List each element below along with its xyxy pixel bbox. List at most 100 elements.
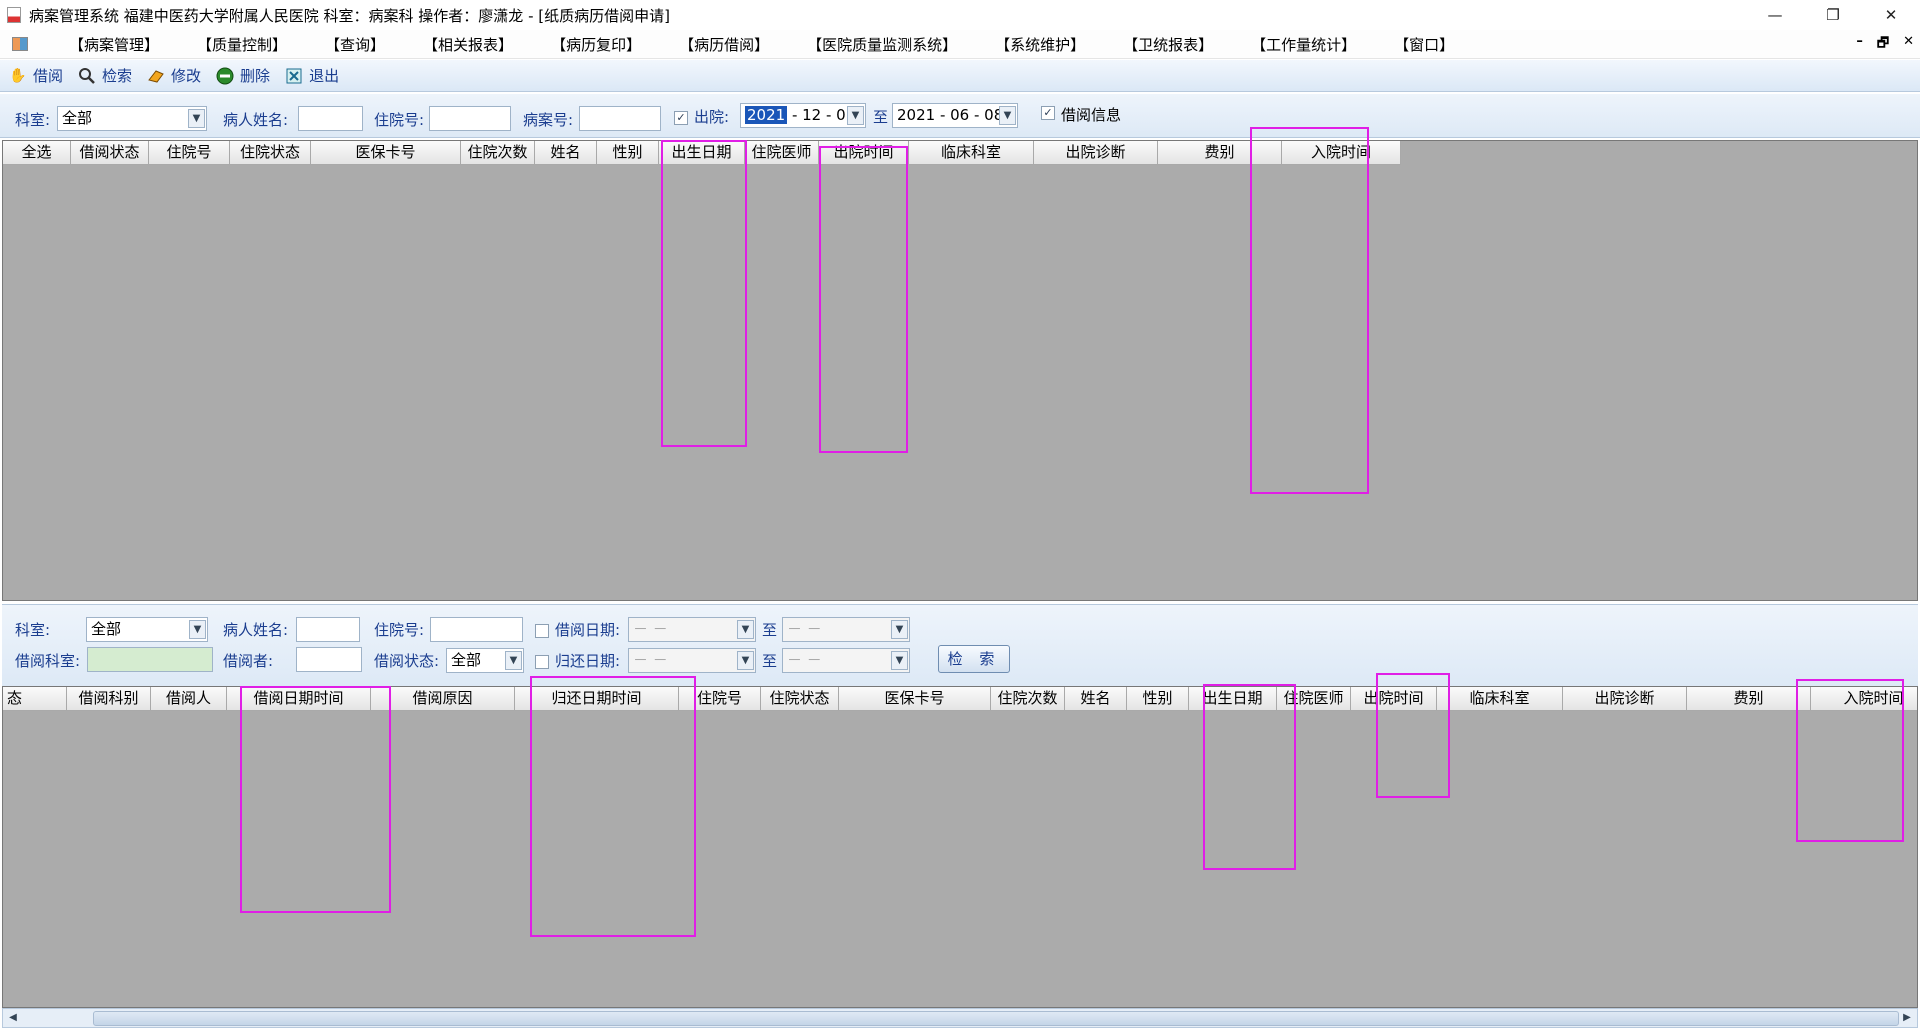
column-admission-no[interactable]: 住院号 [149, 141, 230, 165]
calendar-dropdown-icon[interactable]: ▼ [847, 106, 864, 125]
search-button[interactable]: 检索 [77, 65, 132, 86]
restore-button[interactable]: ❐ [1804, 0, 1862, 30]
mdi-restore-button[interactable]: 🗗 [1877, 34, 1889, 56]
date-to-value[interactable]: 2021 - 06 - 08 [897, 106, 1003, 124]
column-borrow-dept[interactable]: 借阅科别 [67, 687, 151, 711]
column-clinical-dept[interactable]: 临床科室 [1437, 687, 1563, 711]
window-title: 病案管理系统 福建中医药大学附属人民医院 科室：病案科 操作者：廖潇龙 - [纸… [29, 6, 670, 25]
discharge-date-to[interactable]: 2021 - 06 - 08 ▼ [892, 103, 1018, 128]
column-fee-type[interactable]: 费别 [1687, 687, 1811, 711]
column-insurance-card-no[interactable]: 医保卡号 [311, 141, 461, 165]
return-date-from[interactable]: － － ▼ [628, 648, 756, 673]
borrow-dept-input[interactable] [87, 647, 213, 672]
return-date-to[interactable]: － － ▼ [782, 648, 910, 673]
close-button[interactable]: ✕ [1862, 0, 1920, 30]
column-clinical-dept[interactable]: 临床科室 [909, 141, 1034, 165]
search-label: 检索 [102, 67, 133, 85]
borrow-date-to[interactable]: － － ▼ [782, 617, 910, 642]
menu-case-management[interactable]: 【病案管理】 [50, 34, 178, 55]
calendar-dropdown-icon[interactable]: ▼ [999, 106, 1016, 125]
column-name[interactable]: 姓名 [1065, 687, 1127, 711]
menu-health-statistics[interactable]: 【卫统报表】 [1104, 34, 1232, 55]
menu-quality-monitoring[interactable]: 【医院质量监测系统】 [788, 34, 976, 55]
return-date-checkbox[interactable] [535, 655, 549, 669]
column-select-all[interactable]: 全选 [3, 141, 71, 165]
scrollbar-thumb[interactable] [93, 1011, 1899, 1026]
calendar-dropdown-icon[interactable]: ▼ [891, 620, 908, 639]
borrow-button[interactable]: ✋ 借阅 [8, 65, 63, 86]
dept-select-value: 全部 [91, 620, 122, 638]
chevron-down-icon[interactable]: ▼ [505, 651, 522, 670]
menu-workload-statistics[interactable]: 【工作量统计】 [1232, 34, 1375, 55]
eraser-icon [146, 67, 166, 85]
mdi-close-button[interactable]: ✕ [1903, 34, 1914, 56]
search-submit-button[interactable]: 检 索 [938, 645, 1010, 673]
menu-record-borrow[interactable]: 【病历借阅】 [660, 34, 788, 55]
discharge-records-grid[interactable]: 全选 借阅状态 住院号 住院状态 医保卡号 住院次数 姓名 性别 出生日期 住院… [2, 140, 1918, 601]
column-name[interactable]: 姓名 [535, 141, 597, 165]
case-no-label: 病案号: [523, 111, 574, 129]
scroll-left-arrow-icon[interactable]: ◀ [6, 1011, 20, 1025]
mdi-child-icon[interactable] [12, 37, 28, 51]
patient-name-label: 病人姓名: [223, 111, 289, 129]
dept-select[interactable]: 全部 ▼ [86, 617, 208, 642]
highlight-box-discharge-time-1 [819, 146, 908, 453]
column-status-truncated[interactable]: 态 [3, 687, 67, 711]
borrower-input[interactable] [296, 647, 362, 672]
patient-name-input[interactable] [296, 617, 360, 642]
calendar-dropdown-icon[interactable]: ▼ [737, 620, 754, 639]
borrow-status-select[interactable]: 全部 ▼ [446, 648, 524, 673]
dept-select-value: 全部 [62, 109, 93, 127]
column-discharge-diagnosis[interactable]: 出院诊断 [1034, 141, 1158, 165]
mdi-minimize-button[interactable]: – [1856, 34, 1863, 56]
dept-select[interactable]: 全部 ▼ [57, 106, 207, 131]
menu-quality-control[interactable]: 【质量控制】 [178, 34, 306, 55]
dept-label: 科室: [15, 111, 51, 129]
calendar-dropdown-icon[interactable]: ▼ [891, 651, 908, 670]
menu-record-copy[interactable]: 【病历复印】 [532, 34, 660, 55]
admission-no-input[interactable] [429, 106, 511, 131]
column-insurance-card-no[interactable]: 医保卡号 [839, 687, 991, 711]
borrow-info-checkbox[interactable]: ✓ [1041, 106, 1055, 120]
chevron-down-icon[interactable]: ▼ [189, 620, 206, 639]
scroll-right-arrow-icon[interactable]: ▶ [1900, 1011, 1914, 1025]
date-from-month-day[interactable]: - 12 - 01 [787, 106, 855, 124]
column-discharge-diagnosis[interactable]: 出院诊断 [1563, 687, 1687, 711]
exit-label: 退出 [309, 67, 340, 85]
discharge-checkbox[interactable]: ✓ [674, 111, 688, 125]
column-borrow-reason[interactable]: 借阅原因 [371, 687, 515, 711]
case-no-input[interactable] [579, 106, 661, 131]
delete-button[interactable]: 删除 [215, 65, 270, 86]
borrow-filter-panel: 科室: 全部 ▼ 病人姓名: 住院号: 借阅日期: － － ▼ 至 － － ▼ … [2, 604, 1918, 686]
column-gender[interactable]: 性别 [597, 141, 659, 165]
borrow-date-from[interactable]: － － ▼ [628, 617, 756, 642]
borrow-icon: ✋ [9, 67, 27, 84]
menu-reports[interactable]: 【相关报表】 [404, 34, 532, 55]
chevron-down-icon[interactable]: ▼ [188, 109, 205, 128]
borrow-date-checkbox[interactable] [535, 624, 549, 638]
column-gender[interactable]: 性别 [1127, 687, 1189, 711]
menu-query[interactable]: 【查询】 [306, 34, 404, 55]
column-admission-count[interactable]: 住院次数 [461, 141, 535, 165]
column-borrower[interactable]: 借阅人 [151, 687, 227, 711]
column-admission-status[interactable]: 住院状态 [230, 141, 311, 165]
minimize-button[interactable]: — [1746, 0, 1804, 30]
menu-window[interactable]: 【窗口】 [1375, 34, 1473, 55]
horizontal-scrollbar[interactable]: ◀ ▶ [2, 1008, 1918, 1028]
calendar-dropdown-icon[interactable]: ▼ [737, 651, 754, 670]
column-admission-status[interactable]: 住院状态 [761, 687, 839, 711]
patient-name-input[interactable] [298, 106, 363, 131]
return-date-label: 归还日期: [555, 652, 621, 670]
patient-name-label: 病人姓名: [223, 621, 289, 639]
column-admission-count[interactable]: 住院次数 [991, 687, 1065, 711]
date-from-year[interactable]: 2021 [745, 106, 788, 124]
edit-button[interactable]: 修改 [146, 65, 201, 86]
admission-no-input[interactable] [430, 617, 523, 642]
exit-button[interactable]: 退出 [284, 65, 339, 86]
column-resident-doctor[interactable]: 住院医师 [745, 141, 819, 165]
borrow-status-label: 借阅状态: [374, 652, 440, 670]
dept-label: 科室: [15, 621, 51, 639]
column-borrow-status[interactable]: 借阅状态 [71, 141, 149, 165]
discharge-date-from[interactable]: 2021 - 12 - 01 ▼ [740, 103, 866, 128]
menu-system-maintenance[interactable]: 【系统维护】 [976, 34, 1104, 55]
